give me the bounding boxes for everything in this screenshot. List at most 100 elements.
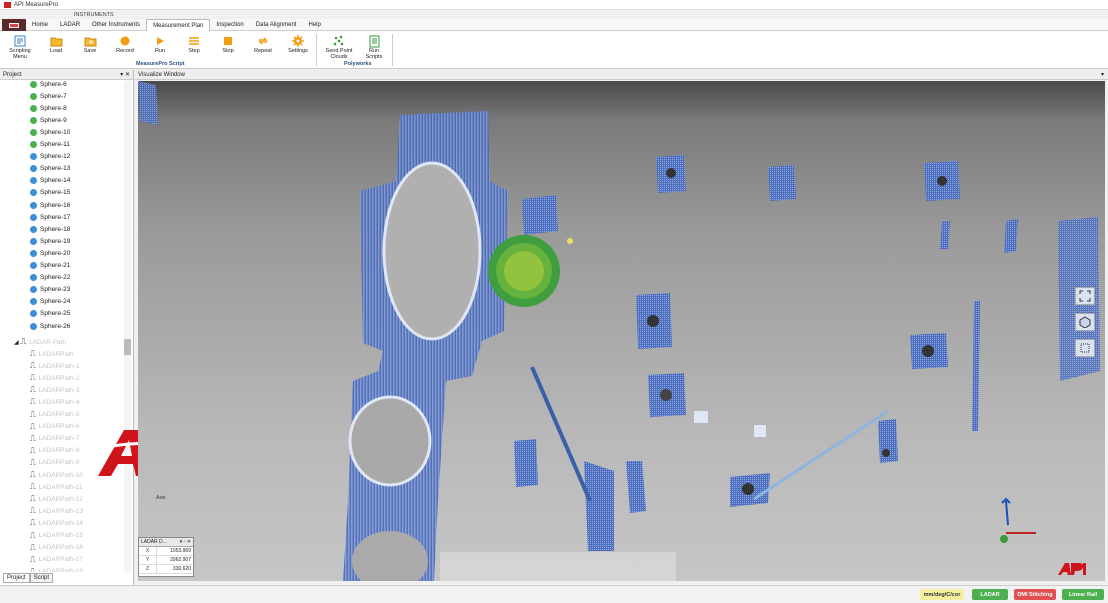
tree-item-label: LADARPath-18 xyxy=(38,568,84,572)
tree-item-ladar-path[interactable]: ⎍ LADARPath-8 xyxy=(30,445,79,457)
scripting-menu-button[interactable]: Scripting Menu xyxy=(6,34,34,60)
sphere-icon xyxy=(30,128,37,136)
send-point-clouds-button[interactable]: Send Point Clouds xyxy=(322,34,356,60)
tree-item-ladar-path[interactable]: ⎍ LADARPath-16 xyxy=(30,542,83,554)
tab-measurement-plan[interactable]: Measurement Plan xyxy=(146,19,211,31)
project-tree[interactable]: ◢ ⎍ LADAR Path Sphere-6 Sphere-7 Sphere-8 S… xyxy=(0,81,124,572)
tree-item-label: LADARPath-14 xyxy=(38,519,84,527)
tree-item-sphere[interactable]: Sphere-10 xyxy=(30,126,70,138)
tree-item-label: LADARPath-12 xyxy=(38,495,84,503)
run-button[interactable]: Run xyxy=(146,34,174,54)
tree-item-ladar-path[interactable]: ⎍ LADARPath-5 xyxy=(30,409,79,421)
tree-item-ladar-path[interactable]: ⎍ LADARPath-13 xyxy=(30,505,83,517)
tree-item-ladar-path[interactable]: ⎍ LADARPath-7 xyxy=(30,433,79,445)
tree-item-sphere[interactable]: Sphere-12 xyxy=(30,151,70,163)
tree-item-sphere[interactable]: Sphere-25 xyxy=(30,308,70,320)
tree-item-ladar-path[interactable]: ⎍ LADARPath-15 xyxy=(30,530,83,542)
units-status-button[interactable]: mm/deg/C/cor xyxy=(920,589,964,600)
tree-item-label: Sphere-16 xyxy=(40,201,71,209)
run-scripts-button[interactable]: Run Scripts xyxy=(360,34,388,60)
tree-item-sphere[interactable]: Sphere-7 xyxy=(30,90,67,102)
tree-item-sphere[interactable]: Sphere-23 xyxy=(30,284,70,296)
tree-item-ladar-path[interactable]: ⎍ LADARPath-12 xyxy=(30,493,83,505)
zoom-box-icon[interactable] xyxy=(1075,339,1095,357)
play-icon xyxy=(146,34,174,48)
tree-item-ladar-path[interactable]: ⎍ LADARPath-14 xyxy=(30,517,83,529)
tree-item-sphere[interactable]: Sphere-15 xyxy=(30,187,70,199)
tree-item-sphere[interactable]: Sphere-21 xyxy=(30,260,70,272)
tab-inspection[interactable]: Inspection xyxy=(210,19,249,31)
tab-other-instruments[interactable]: Other Instruments xyxy=(86,19,146,31)
tree-item-sphere[interactable]: Sphere-19 xyxy=(30,235,70,247)
panel-pin-icon[interactable]: ▾ ✕ xyxy=(120,71,130,78)
tree-item-ladar-path[interactable]: ⎍ LADARPath-10 xyxy=(30,469,83,481)
visualize-viewport[interactable]: Axis xyxy=(138,81,1105,581)
repeat-button[interactable]: Repeat xyxy=(249,34,277,54)
sphere-icon xyxy=(30,286,37,294)
record-icon xyxy=(111,34,139,48)
tree-item-ladar-path[interactable]: ⎍ LADARPath-11 xyxy=(30,481,83,493)
tree-item-ladar-path[interactable]: ⎍ LADARPath-1 xyxy=(30,360,79,372)
step-icon xyxy=(180,34,208,48)
tree-item-ladar-path[interactable]: ⎍ LADARPath-18 xyxy=(30,566,83,572)
tree-item-ladar-path[interactable]: ⎍ LADARPath-4 xyxy=(30,396,79,408)
menu-bar: Home LADAR Other Instruments Measurement… xyxy=(0,19,1108,31)
save-button[interactable]: Save xyxy=(76,34,104,54)
tree-item-label: Sphere-14 xyxy=(40,177,71,185)
tab-ladar[interactable]: LADAR xyxy=(54,19,86,31)
tab-home[interactable]: Home xyxy=(26,19,54,31)
settings-button[interactable]: Settings xyxy=(284,34,312,54)
tree-item-sphere[interactable]: Sphere-6 xyxy=(30,81,67,90)
tree-item-sphere[interactable]: Sphere-9 xyxy=(30,114,67,126)
ladar-path-icon: ⎍ xyxy=(30,506,36,516)
tree-item-sphere[interactable]: Sphere-18 xyxy=(30,223,70,235)
chevron-down-icon[interactable]: ▾ xyxy=(1101,71,1104,78)
tree-item-label: Sphere-26 xyxy=(40,322,71,330)
ladar-path-icon: ⎍ xyxy=(30,554,36,564)
tab-help[interactable]: Help xyxy=(302,19,326,31)
tree-item-ladar-path[interactable]: ⎍ LADARPath-9 xyxy=(30,457,79,469)
tree-item-ladar-path[interactable]: ⎍ LADARPath xyxy=(30,348,74,360)
sphere-icon xyxy=(30,81,37,88)
view-cube-icon[interactable] xyxy=(1075,313,1095,331)
stop-button[interactable]: Stop xyxy=(214,34,242,54)
tree-item-ladar-path[interactable]: ⎍ LADARPath-3 xyxy=(30,384,79,396)
stitching-status-button[interactable]: DMI Stitching xyxy=(1014,589,1056,600)
tree-item-label: Sphere-17 xyxy=(40,213,71,221)
ladar-path-icon: ⎍ xyxy=(30,457,36,467)
tree-item-sphere[interactable]: Sphere-24 xyxy=(30,296,70,308)
tree-item-label: LADARPath-9 xyxy=(38,459,80,467)
step-button[interactable]: Step xyxy=(180,34,208,54)
tree-item-sphere[interactable]: Sphere-11 xyxy=(30,139,70,151)
tree-item-ladar-path[interactable]: ⎍ LADARPath-17 xyxy=(30,554,83,566)
readout-window-controls[interactable]: ▾ ▫ ✕ xyxy=(180,539,191,545)
app-icon xyxy=(4,1,11,8)
ladar-path-icon: ⎍ xyxy=(30,482,36,492)
tab-data-alignment[interactable]: Data Alignment xyxy=(250,19,303,31)
record-button[interactable]: Record xyxy=(111,34,139,54)
file-menu-button[interactable] xyxy=(2,19,26,31)
tree-item-sphere[interactable]: Sphere-17 xyxy=(30,211,70,223)
instrument-status-button[interactable]: LADAR xyxy=(972,589,1008,600)
tree-item-sphere[interactable]: Sphere-16 xyxy=(30,199,70,211)
tree-item-sphere[interactable]: Sphere-20 xyxy=(30,247,70,259)
fit-view-icon[interactable] xyxy=(1075,287,1095,305)
scroll-thumb[interactable] xyxy=(124,339,131,355)
load-button[interactable]: Load xyxy=(42,34,70,54)
tab-project[interactable]: Project xyxy=(3,573,30,583)
tree-scrollbar[interactable] xyxy=(124,81,131,572)
tab-script[interactable]: Script xyxy=(29,573,54,583)
tree-item-sphere[interactable]: Sphere-22 xyxy=(30,272,70,284)
linear-rail-status-button[interactable]: Linear Rail xyxy=(1062,589,1104,600)
tree-item-label: LADARPath-4 xyxy=(38,398,80,406)
tree-item-label: LADARPath-11 xyxy=(38,483,83,491)
sphere-icon xyxy=(30,298,37,306)
tree-item-sphere[interactable]: Sphere-26 xyxy=(30,320,70,332)
ladar-group-node[interactable]: ◢ ⎍ LADAR Path xyxy=(14,336,66,348)
ladar-path-icon: ⎍ xyxy=(30,470,36,479)
tree-item-sphere[interactable]: Sphere-8 xyxy=(30,102,67,114)
tree-item-sphere[interactable]: Sphere-14 xyxy=(30,175,70,187)
tree-item-ladar-path[interactable]: ⎍ LADARPath-6 xyxy=(30,421,79,433)
tree-item-sphere[interactable]: Sphere-13 xyxy=(30,163,70,175)
tree-item-ladar-path[interactable]: ⎍ LADARPath-2 xyxy=(30,372,79,384)
